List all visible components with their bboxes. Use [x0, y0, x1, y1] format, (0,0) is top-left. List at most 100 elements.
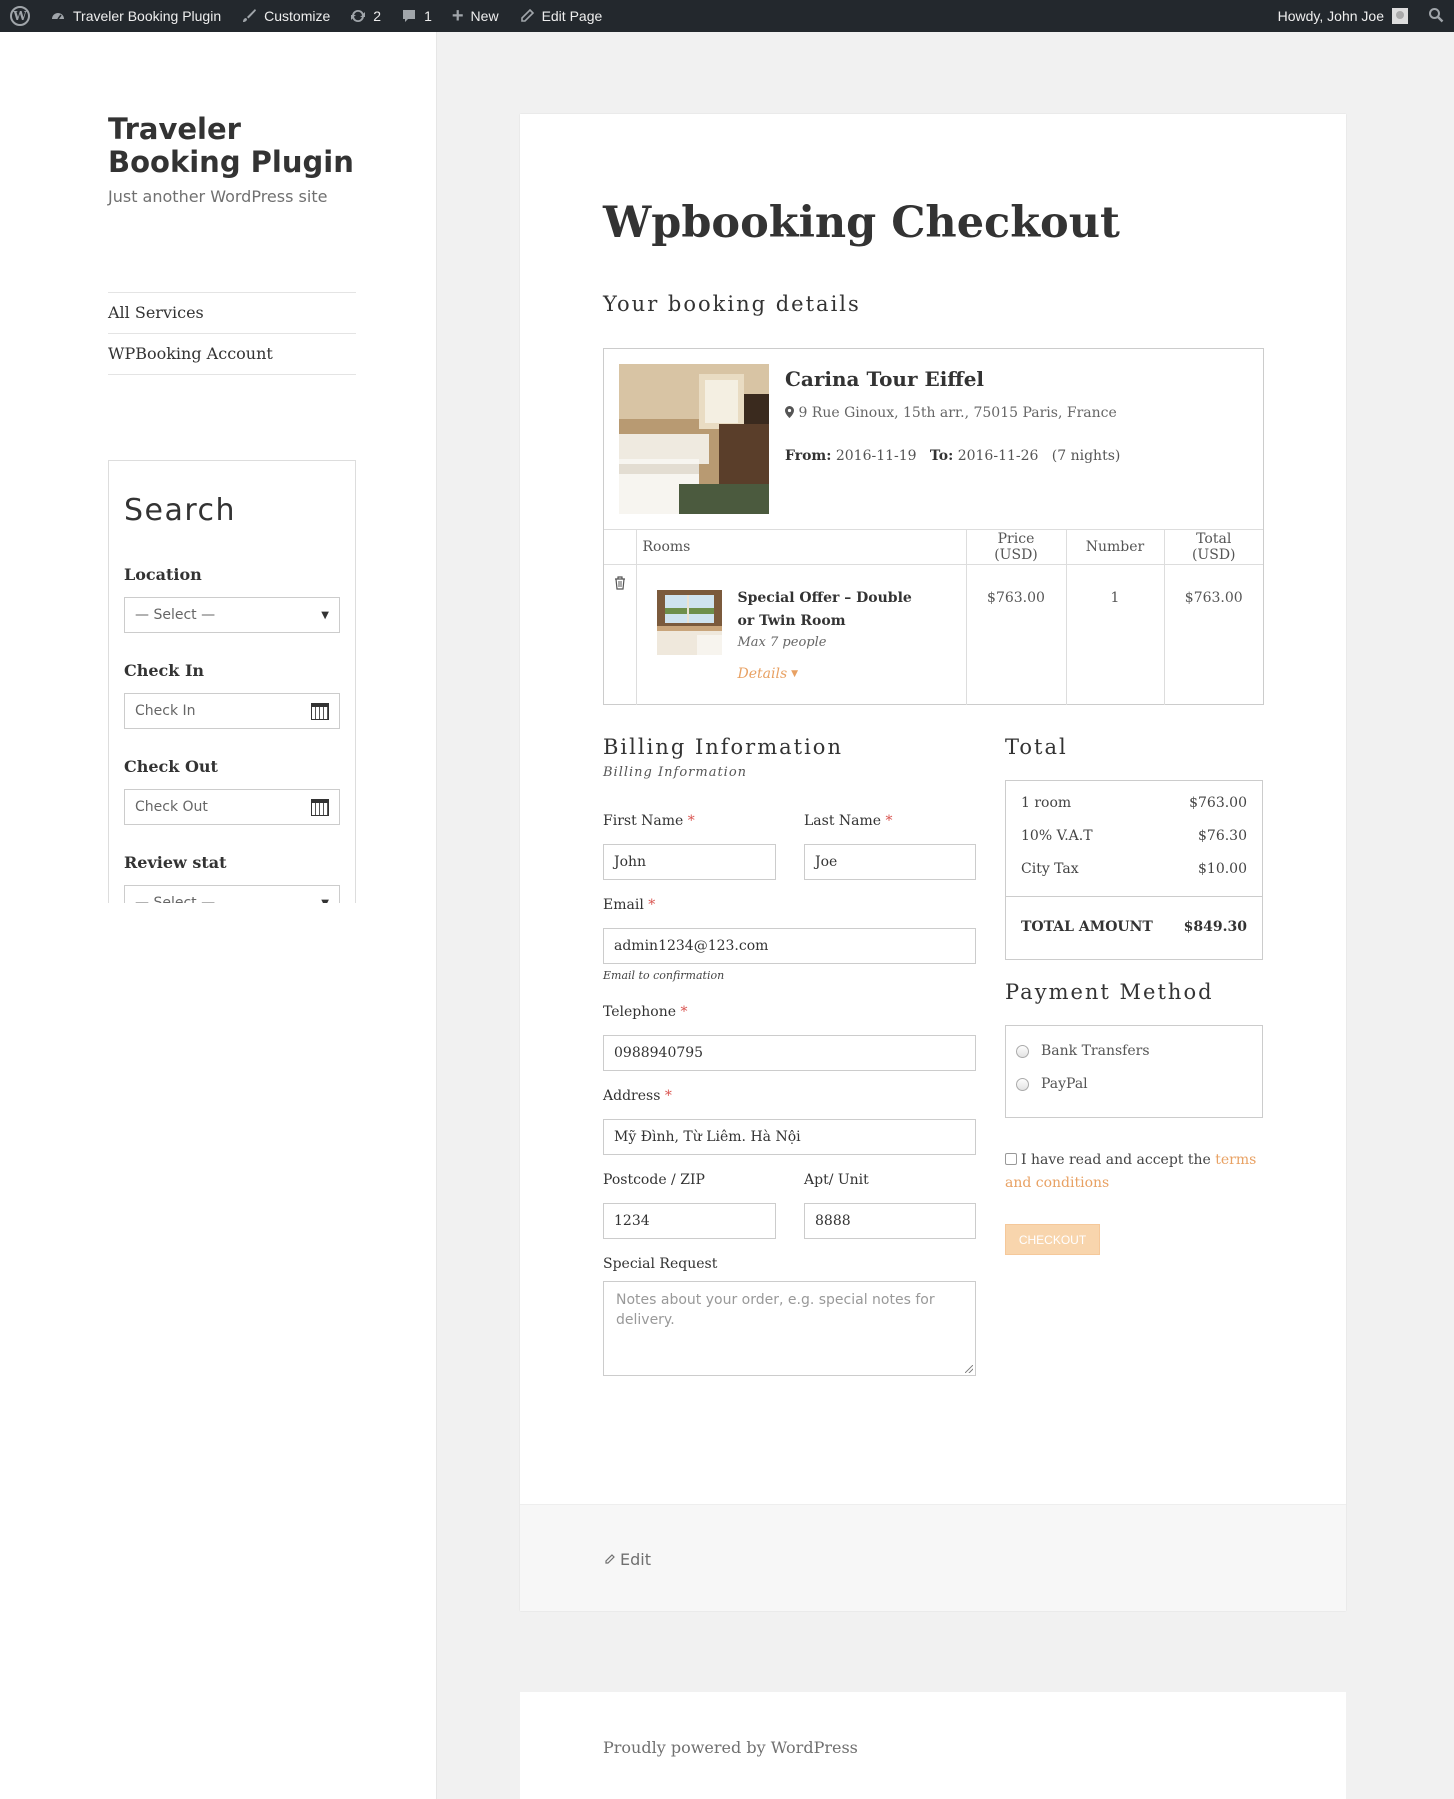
billing-subtitle: Billing Information — [603, 765, 748, 780]
location-select-value: — Select — — [135, 607, 216, 623]
room-image[interactable] — [656, 590, 722, 655]
to-date: 2016-11-26 — [957, 448, 1039, 464]
terms-text: I have read and accept the — [1021, 1152, 1211, 1168]
howdy-label: Howdy, John Joe — [1277, 8, 1384, 24]
total-row-value: $10.00 — [1198, 861, 1247, 877]
postcode-label: Postcode / ZIP — [603, 1172, 705, 1188]
checkout-input[interactable]: Check Out — [124, 789, 340, 825]
room-max-people: Max 7 people — [737, 635, 827, 650]
postcode-field[interactable]: 1234 — [603, 1203, 776, 1239]
first-name-label-text: First Name — [603, 813, 684, 829]
delete-room-cell — [604, 564, 637, 705]
table-header-price: Price (USD) — [965, 529, 1067, 565]
updates-count: 2 — [373, 8, 382, 24]
sidebar-item-all-services[interactable]: All Services — [108, 293, 356, 334]
checkin-input[interactable]: Check In — [124, 693, 340, 729]
nights-count: (7 nights) — [1051, 448, 1121, 464]
caret-down-icon: ▼ — [321, 897, 329, 904]
booking-details-title: Your booking details — [603, 292, 861, 316]
review-stat-value: — Select — — [135, 895, 216, 903]
last-name-field[interactable]: Joe — [804, 844, 976, 880]
radio-button[interactable] — [1016, 1077, 1029, 1091]
my-account-menu[interactable]: Howdy, John Joe — [1268, 0, 1418, 32]
wp-logo-menu[interactable]: W — [0, 0, 40, 32]
total-row-value: $763.00 — [1189, 795, 1247, 811]
room-name[interactable]: Special Offer – Double or Twin Room — [738, 587, 928, 633]
location-select[interactable]: — Select — ▼ — [124, 597, 340, 633]
comments-count: 1 — [424, 8, 432, 24]
payment-method-title: Payment Method — [1005, 980, 1214, 1004]
special-request-placeholder: Notes about your order, e.g. special not… — [616, 1292, 935, 1328]
total-row-label: 1 room — [1021, 795, 1072, 811]
first-name-field[interactable]: John — [603, 844, 776, 880]
powered-by-link[interactable]: Proudly powered by WordPress — [603, 1738, 858, 1757]
email-hint: Email to confirmation — [603, 969, 725, 982]
total-title: Total — [1005, 735, 1068, 759]
entry-footer: Edit — [520, 1504, 1346, 1611]
total-amount-label: TOTAL AMOUNT — [1021, 919, 1153, 935]
calendar-icon — [311, 702, 329, 720]
hotel-dates: From: 2016-11-19 To: 2016-11-26 (7 night… — [785, 448, 1120, 464]
room-number: 1 — [1065, 564, 1165, 705]
search-widget-title: Search — [124, 493, 237, 528]
address-label: Address * — [603, 1088, 672, 1104]
map-marker-icon — [785, 405, 798, 421]
sidebar: Traveler Booking Plugin Just another Wor… — [0, 32, 437, 1799]
payment-option-paypal[interactable]: PayPal — [1016, 1076, 1088, 1092]
last-name-label: Last Name * — [804, 813, 893, 829]
sidebar-item-wpbooking-account[interactable]: WPBooking Account — [108, 334, 356, 375]
avatar — [1392, 8, 1408, 24]
resize-handle-icon[interactable] — [965, 1365, 973, 1373]
checkout-button[interactable]: CHECKOUT — [1005, 1224, 1100, 1255]
site-name-label: Traveler Booking Plugin — [73, 8, 222, 24]
admin-search-button[interactable] — [1418, 0, 1454, 32]
checkout-placeholder: Check Out — [135, 799, 208, 815]
address-field[interactable]: Mỹ Đình, Từ Liêm. Hà Nội — [603, 1119, 976, 1155]
telephone-field[interactable]: 0988940795 — [603, 1035, 976, 1071]
room-details-toggle[interactable]: Details ▼ — [738, 666, 799, 682]
booking-details-box: Carina Tour Eiffel 9 Rue Ginoux, 15th ar… — [603, 348, 1264, 705]
special-request-textarea[interactable]: Notes about your order, e.g. special not… — [603, 1281, 976, 1376]
hotel-image[interactable] — [619, 364, 769, 514]
email-label-text: Email — [603, 897, 644, 913]
checkout-card: Wpbooking Checkout Your booking details … — [520, 114, 1346, 1611]
hotel-address: 9 Rue Ginoux, 15th arr., 75015 Paris, Fr… — [785, 405, 1117, 421]
payment-option-label: PayPal — [1041, 1076, 1088, 1092]
from-date: 2016-11-19 — [835, 448, 917, 464]
required-mark: * — [648, 897, 656, 913]
total-amount-row: TOTAL AMOUNT $849.30 — [1021, 919, 1247, 935]
rooms-table: Rooms Price (USD) Number Total (USD) Spe… — [604, 529, 1263, 705]
site-title[interactable]: Traveler Booking Plugin — [108, 113, 368, 179]
email-field[interactable]: admin1234@123.com — [603, 928, 976, 964]
telephone-label: Telephone * — [603, 1004, 687, 1020]
from-label: From: — [785, 448, 832, 464]
comments-link[interactable]: 1 — [391, 0, 442, 32]
payment-option-bank-transfers[interactable]: Bank Transfers — [1016, 1043, 1150, 1059]
review-stat-select[interactable]: — Select — ▼ — [124, 885, 340, 903]
site-name-menu[interactable]: Traveler Booking Plugin — [40, 0, 231, 32]
search-icon — [1428, 7, 1444, 26]
checkin-label: Check In — [124, 661, 205, 680]
customize-link[interactable]: Customize — [231, 0, 340, 32]
edit-page-link[interactable]: Edit Page — [509, 0, 613, 32]
new-content-menu[interactable]: + New — [442, 0, 509, 32]
terms-checkbox[interactable] — [1005, 1153, 1017, 1165]
required-mark: * — [664, 1088, 672, 1104]
table-header-total: Total (USD) — [1163, 529, 1263, 565]
hotel-name[interactable]: Carina Tour Eiffel — [785, 367, 984, 391]
search-widget: Search Location — Select — ▼ Check In Ch… — [108, 460, 356, 903]
apt-unit-field[interactable]: 8888 — [804, 1203, 976, 1239]
caret-down-icon: ▼ — [791, 669, 799, 679]
address-label-text: Address — [603, 1088, 661, 1104]
pencil-icon — [519, 8, 535, 24]
radio-button[interactable] — [1016, 1044, 1029, 1058]
payment-method-box: Bank Transfers PayPal — [1005, 1025, 1263, 1118]
updates-link[interactable]: 2 — [340, 0, 391, 32]
telephone-label-text: Telephone — [603, 1004, 677, 1020]
table-header-rooms: Rooms — [635, 529, 967, 565]
updates-icon — [350, 8, 366, 24]
total-row-label: City Tax — [1021, 861, 1079, 877]
edit-link[interactable]: Edit — [604, 1550, 651, 1569]
plus-icon: + — [451, 4, 464, 27]
trash-icon[interactable] — [614, 576, 626, 590]
